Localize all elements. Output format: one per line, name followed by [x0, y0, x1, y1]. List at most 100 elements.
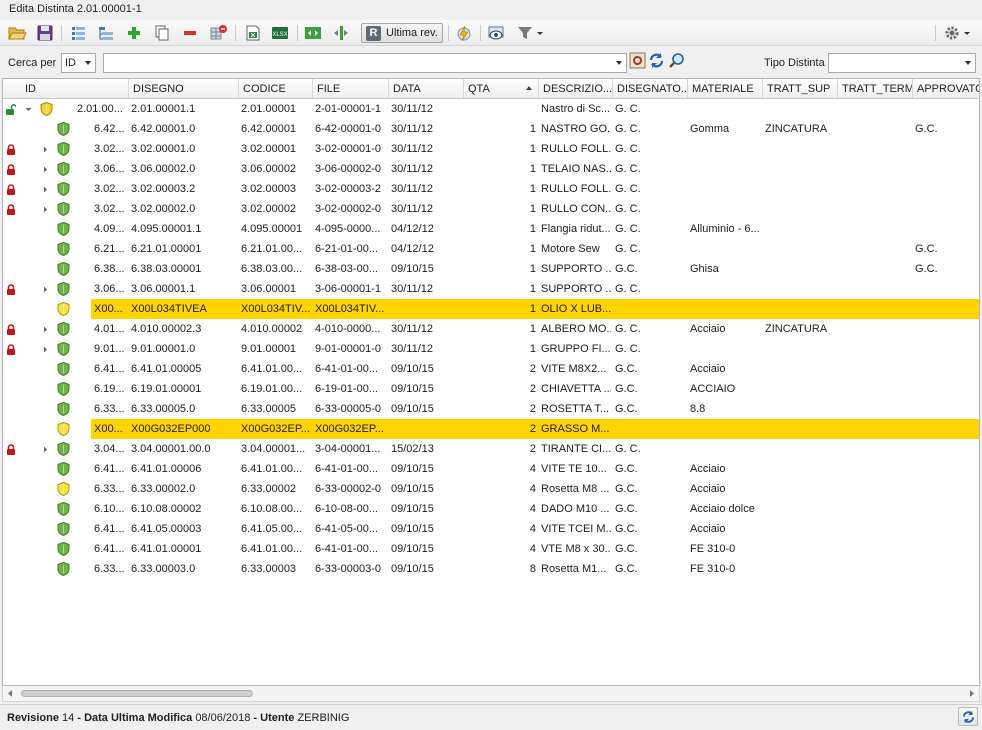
chevron-right-icon[interactable] [42, 446, 49, 453]
col-header-descrizione[interactable]: DESCRIZIO... [539, 79, 613, 98]
table-row[interactable]: 6.19... 6.19.01.00001 6.19.01.00... 6-19-01… [3, 379, 979, 399]
scrollbar-thumb[interactable] [21, 690, 253, 697]
table-row[interactable]: 4.09... 4.095.00001.1 4.095.00001 4-095-000… [3, 219, 979, 239]
table-row[interactable]: 3.02... 3.02.00002.0 3.02.00002 3-02-00002-… [3, 199, 979, 219]
col-header-qta[interactable]: QTA [464, 79, 539, 98]
table-row[interactable]: 2.01.00... 2.01.00001.1 2.01.00001 2-01-000… [3, 99, 979, 119]
tipo-distinta-select[interactable] [828, 53, 976, 73]
status-refresh-button[interactable] [958, 707, 978, 726]
table-row[interactable]: 6.10... 6.10.08.00002 6.10.08.00... 6-10-08… [3, 499, 979, 519]
chevron-right-icon[interactable] [42, 326, 49, 333]
refresh-icon[interactable] [648, 52, 665, 69]
col-header-id[interactable]: ID [19, 79, 129, 98]
table-row[interactable]: 3.06... 3.06.00001.1 3.06.00001 3-06-00001-… [3, 279, 979, 299]
col-header-disegno[interactable]: DISEGNO [129, 79, 239, 98]
table-row[interactable]: 3.06... 3.06.00002.0 3.06.00002 3-06-00002-… [3, 159, 979, 179]
filter-icon[interactable] [514, 23, 546, 43]
cell-data: 09/10/15 [391, 383, 434, 395]
col-header-file[interactable]: FILE [313, 79, 389, 98]
add-icon[interactable] [123, 23, 145, 43]
shield-icon [57, 382, 70, 396]
shield-icon [57, 182, 70, 196]
list-icon[interactable] [67, 23, 89, 43]
scroll-right-icon[interactable] [969, 690, 975, 697]
col-header-materiale[interactable]: MATERIALE [688, 79, 763, 98]
remove-icon[interactable] [179, 23, 201, 43]
copy-icon[interactable] [151, 23, 173, 43]
col-header-disegnatore[interactable]: DISEGNATO... [613, 79, 688, 98]
table-row[interactable]: 3.04... 3.04.00001.00.0 3.04.00001... 3-04-… [3, 439, 979, 459]
table-row[interactable]: 6.33... 6.33.00003.0 6.33.00003 6-33-00003-… [3, 559, 979, 579]
chevron-right-icon[interactable] [42, 146, 49, 153]
table-row[interactable]: 6.41... 6.41.01.00006 6.41.01.00... 6-41-01… [3, 459, 979, 479]
col-header-tratt-sup[interactable]: TRATT_SUP [763, 79, 838, 98]
cell-qta: 4 [529, 503, 536, 515]
preview-icon[interactable] [485, 23, 507, 43]
table-row[interactable]: X00... X00L034TIVEA X00L034TIV... X00L034TI… [3, 299, 979, 319]
chevron-right-icon[interactable] [42, 346, 49, 353]
table-row[interactable]: 6.41... 6.41.01.00001 6.41.01.00... 6-41-01… [3, 539, 979, 559]
chevron-right-icon[interactable] [42, 286, 49, 293]
cell-qta: 4 [529, 523, 536, 535]
table-row[interactable]: 6.41... 6.41.05.00003 6.41.05.00... 6-41-05… [3, 519, 979, 539]
cell-disegno: 9.01.00001.0 [131, 343, 196, 355]
cell-approvato [915, 159, 977, 179]
scroll-left-icon[interactable] [7, 690, 13, 697]
col-header-codice[interactable]: CODICE [239, 79, 313, 98]
ultima-rev-button[interactable]: R Ultima rev. [361, 23, 443, 43]
gear-icon[interactable] [941, 23, 973, 43]
table-row[interactable]: 6.41... 6.41.01.00005 6.41.01.00... 6-41-01… [3, 359, 979, 379]
horizontal-scrollbar[interactable] [2, 686, 980, 702]
chevron-right-icon[interactable] [42, 206, 49, 213]
cell-approvato [915, 219, 977, 239]
cell-tratt-term [840, 179, 911, 199]
cell-file: 6-33-00005-0 [315, 403, 382, 415]
cell-tratt-sup [765, 159, 836, 179]
cell-tratt-term [840, 519, 911, 539]
folder-open-icon[interactable] [6, 23, 28, 43]
cell-file: 6-10-08-00... [315, 503, 378, 515]
cell-materiale [690, 279, 761, 299]
table-row[interactable]: 3.02... 3.02.00003.2 3.02.00003 3-02-00003-… [3, 179, 979, 199]
collapse-icon[interactable] [330, 23, 352, 43]
table-row[interactable]: X00... X00G032EP000 X00G032EP... X00G032EP.… [3, 419, 979, 439]
cell-qta: 1 [529, 343, 536, 355]
cell-id: 6.41... [94, 463, 125, 475]
cell-codice: 4.010.00002 [241, 323, 303, 335]
cell-tratt-sup [765, 99, 836, 119]
table-row[interactable]: 6.38... 6.38.03.00001 6.38.03.00... 6-38-03… [3, 259, 979, 279]
chevron-down-icon[interactable] [25, 106, 32, 113]
table-row[interactable]: 6.21... 6.21.01.00001 6.21.01.00... 6-21-01… [3, 239, 979, 259]
chevron-right-icon[interactable] [42, 186, 49, 193]
cerca-per-select[interactable]: ID [61, 53, 96, 73]
cell-descr: Rosetta M1... [541, 563, 607, 575]
search-input[interactable] [103, 53, 627, 73]
table-row[interactable]: 6.42... 6.42.00001.0 6.42.00001 6-42-00001-… [3, 119, 979, 139]
col-header-approvato[interactable]: APPROVATO [913, 79, 979, 98]
col-header-tratt-term[interactable]: TRATT_TERM [838, 79, 913, 98]
chevron-right-icon[interactable] [42, 166, 49, 173]
table-row[interactable]: 4.01... 4.010.00002.3 4.010.00002 4-010-000… [3, 319, 979, 339]
cell-qta: 2 [529, 403, 536, 415]
table-row[interactable]: 9.01... 9.01.00001.0 9.01.00001 9-01-00001-… [3, 339, 979, 359]
cell-codice: 6.41.01.00... [241, 543, 303, 555]
search-settings-icon[interactable] [629, 52, 646, 69]
expand-icon[interactable] [302, 23, 324, 43]
xlsx-icon[interactable]: XLSX [269, 23, 291, 43]
cell-id: 3.06... [94, 283, 125, 295]
table-row[interactable]: 6.33... 6.33.00002.0 6.33.00002 6-33-00002-… [3, 479, 979, 499]
save-icon[interactable] [34, 23, 56, 43]
search-icon[interactable] [668, 52, 685, 69]
list-tree-icon[interactable] [95, 23, 117, 43]
table-row[interactable]: 3.02... 3.02.00001.0 3.02.00001 3-02-00001-… [3, 139, 979, 159]
table-row[interactable]: 6.33... 6.33.00005.0 6.33.00005 6-33-00005-… [3, 399, 979, 419]
cell-descr: VTE M8 x 30... [541, 543, 611, 555]
col-header-data[interactable]: DATA [389, 79, 464, 98]
shield-icon [57, 122, 70, 136]
cell-disegnatore: G.C. [615, 403, 638, 415]
flash-icon[interactable] [453, 23, 475, 43]
shield-icon [57, 322, 70, 336]
cell-data: 09/10/15 [391, 543, 434, 555]
excel-icon[interactable] [242, 23, 264, 43]
delete-grid-icon[interactable] [207, 23, 229, 43]
